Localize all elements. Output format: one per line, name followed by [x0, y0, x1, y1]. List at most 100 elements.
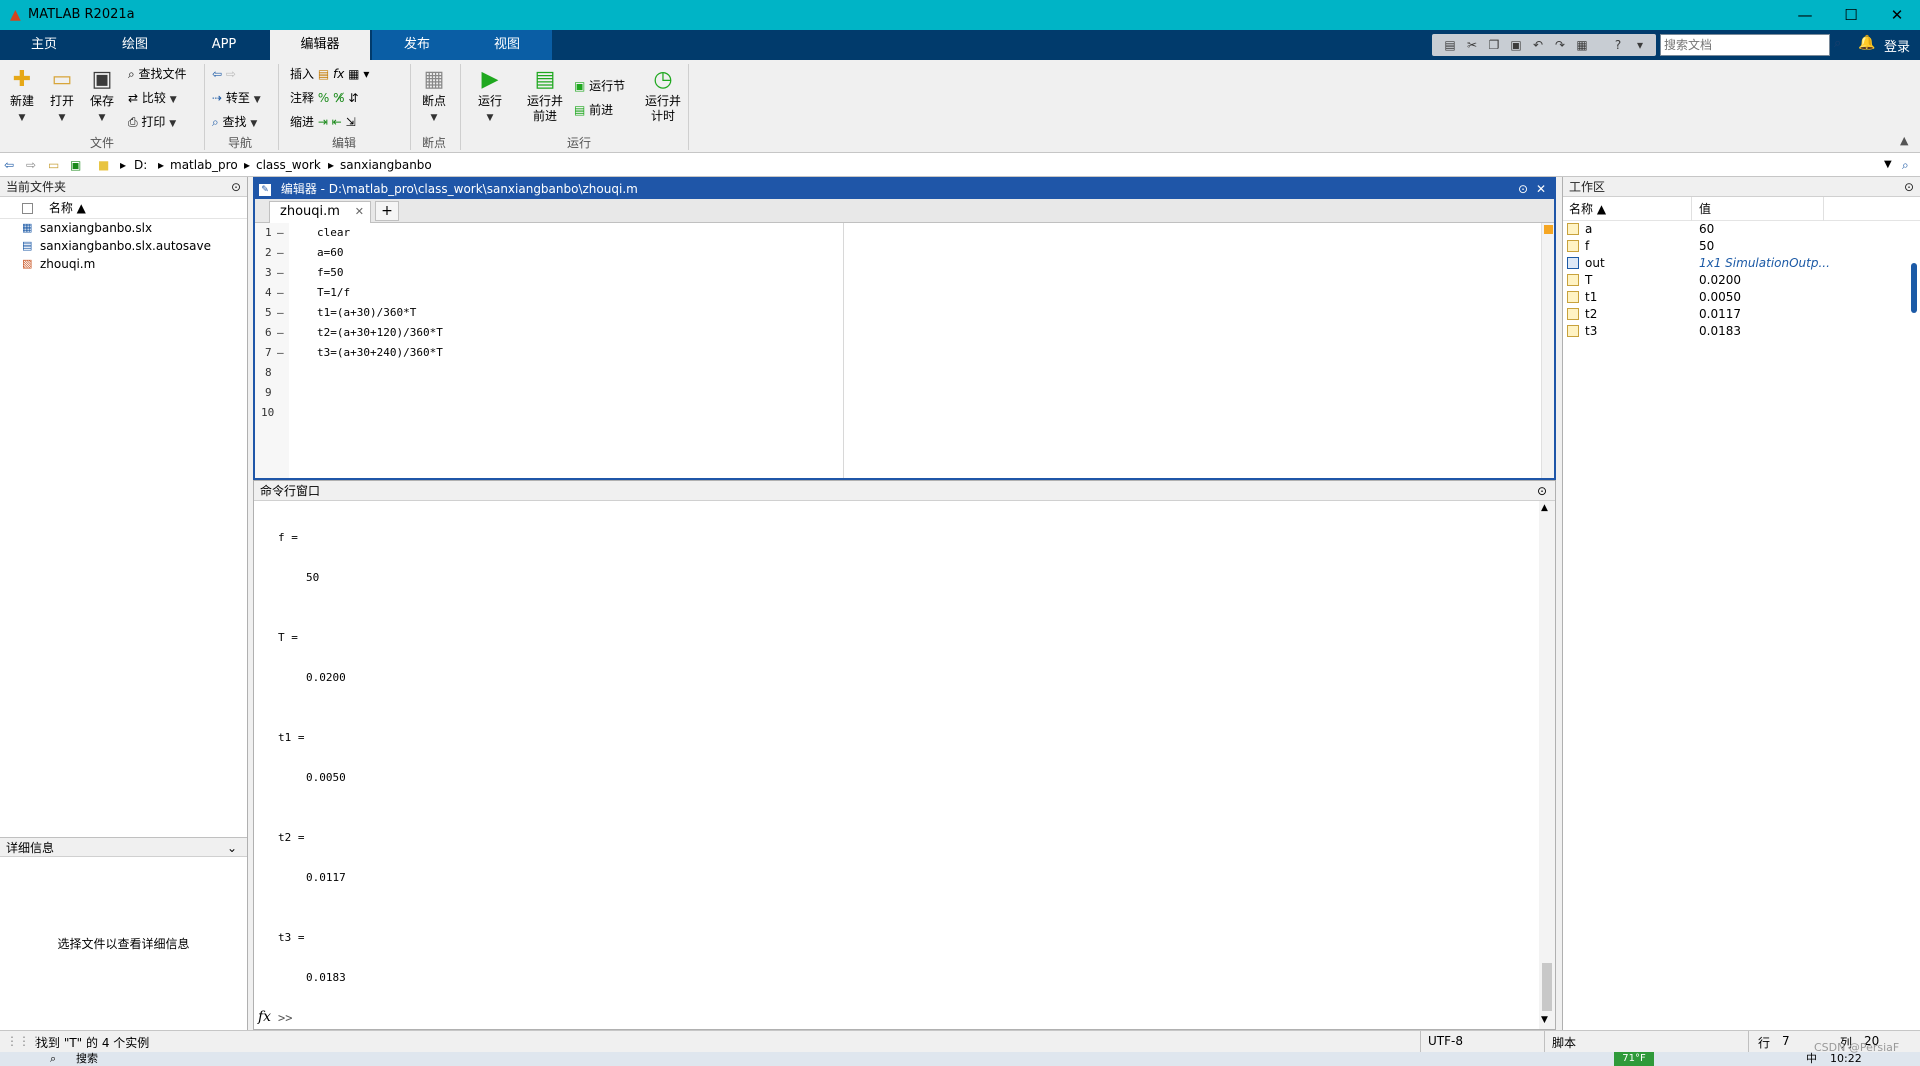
code-line[interactable] — [317, 383, 917, 403]
column-header-value[interactable]: 值 — [1699, 197, 1711, 221]
workspace-row[interactable]: a 60 — [1563, 221, 1920, 238]
command-scrollbar[interactable]: ▲ ▼ — [1539, 501, 1555, 1029]
code-line[interactable] — [317, 403, 917, 423]
tab-plots[interactable]: 绘图 — [92, 30, 178, 60]
goto-button[interactable]: ⇢ 转至 ▼ — [212, 90, 261, 108]
print-button[interactable]: ⎙ 打印 ▼ — [128, 114, 176, 132]
code-line[interactable]: a=60 — [317, 243, 917, 263]
taskbar-clock[interactable]: 10:22 — [1830, 1052, 1862, 1066]
new-button[interactable]: ✚ 新建 ▼ — [4, 66, 40, 126]
code-line[interactable]: t2=(a+30+120)/360*T — [317, 323, 917, 343]
minimize-button[interactable]: — — [1782, 0, 1828, 30]
scroll-down-icon[interactable]: ▼ — [1541, 1015, 1548, 1025]
code-line[interactable]: t3=(a+30+240)/360*T — [317, 343, 917, 363]
code-area[interactable]: 1 2 3 4 5 6 7 8 9 10 – – – – – – – clear… — [255, 223, 1554, 478]
panel-actions-icon[interactable]: ⊙ — [231, 177, 241, 197]
open-button[interactable]: ▭ 打开 ▼ — [44, 66, 80, 126]
workspace-row[interactable]: f 50 — [1563, 238, 1920, 255]
breadcrumb-sanxiangbanbo[interactable]: sanxiangbanbo — [340, 157, 432, 173]
cut-icon[interactable]: ✂ — [1464, 37, 1480, 53]
login-link[interactable]: 登录 — [1884, 36, 1910, 55]
new-tab-button[interactable]: + — [375, 201, 399, 221]
help-icon[interactable]: ? — [1610, 37, 1626, 53]
workspace-row[interactable]: t3 0.0183 — [1563, 323, 1920, 340]
breadcrumb-drive[interactable]: D: — [134, 157, 147, 173]
breadcrumb-matlab-pro[interactable]: matlab_pro — [170, 157, 238, 173]
maximize-button[interactable]: ☐ — [1828, 0, 1874, 30]
file-item[interactable]: ▦ sanxiangbanbo.slx — [0, 219, 247, 237]
message-bar[interactable] — [1541, 223, 1554, 478]
undo-icon[interactable]: ↶ — [1530, 37, 1546, 53]
compare-button[interactable]: ⇄ 比较 ▼ — [128, 90, 177, 108]
indent-button[interactable]: 缩进 ⇥ ⇤ ⇲ — [290, 114, 356, 130]
code-line[interactable]: T=1/f — [317, 283, 917, 303]
select-all-checkbox[interactable] — [22, 203, 33, 214]
search-docs-box[interactable] — [1660, 34, 1830, 56]
panel-actions-icon[interactable]: ⊙ — [1518, 179, 1528, 199]
address-dropdown-icon[interactable]: ▼ — [1884, 157, 1892, 173]
panel-actions-icon[interactable]: ⊙ — [1537, 481, 1547, 501]
workspace-row[interactable]: out 1x1 SimulationOutp... — [1563, 255, 1920, 272]
file-item[interactable]: ▧ zhouqi.m — [0, 255, 247, 273]
paste-icon[interactable]: ▣ — [1508, 37, 1524, 53]
forward-icon[interactable]: ⇨ — [26, 157, 36, 173]
file-item[interactable]: ▤ sanxiangbanbo.slx.autosave — [0, 237, 247, 255]
code-line[interactable]: f=50 — [317, 263, 917, 283]
code-line[interactable] — [317, 363, 917, 383]
editor-tab-zhouqi[interactable]: zhouqi.m ✕ — [269, 201, 371, 223]
panel-actions-icon[interactable]: ⊙ — [1904, 177, 1914, 197]
find-files-button[interactable]: ⌕ 查找文件 — [128, 66, 187, 82]
column-header-name[interactable]: 名称 ▲ — [0, 197, 247, 219]
taskbar-search-icon[interactable]: ⌕ — [50, 1052, 56, 1066]
advance-button[interactable]: ▤ 前进 — [574, 102, 613, 118]
input-method[interactable]: 中 — [1806, 1052, 1817, 1066]
tab-home[interactable]: 主页 — [0, 30, 88, 60]
qat-dropdown-icon[interactable]: ▾ — [1632, 37, 1648, 53]
weather-badge[interactable]: 71°F — [1614, 1052, 1654, 1066]
run-and-advance-button[interactable]: ▤ 运行并 前进 — [522, 66, 568, 124]
comment-button[interactable]: 注释 % %̸ ⇵ — [290, 90, 358, 106]
bell-icon[interactable]: 🔔 — [1858, 35, 1875, 51]
workspace-scrollbar[interactable] — [1911, 263, 1917, 313]
breakpoints-button[interactable]: ▦ 断点 ▼ — [416, 66, 452, 126]
save-icon[interactable]: ▤ — [1442, 37, 1458, 53]
browse-folder-icon[interactable]: ▣ — [70, 157, 81, 173]
find-button[interactable]: ⌕ 查找 ▼ — [212, 114, 257, 132]
workspace-row[interactable]: t1 0.0050 — [1563, 289, 1920, 306]
run-and-time-button[interactable]: ◷ 运行并 计时 — [640, 66, 686, 124]
up-folder-icon[interactable]: ▭ — [48, 157, 59, 173]
close-tab-icon[interactable]: ✕ — [355, 202, 364, 222]
close-editor-icon[interactable]: ✕ — [1536, 179, 1546, 199]
search-input[interactable] — [1664, 37, 1804, 53]
breadcrumb-class-work[interactable]: class_work — [256, 157, 321, 173]
tab-view[interactable]: 视图 — [462, 30, 552, 60]
nav-back-forward[interactable]: ⇦ ⇨ — [212, 66, 236, 82]
breakpoint-column[interactable]: – – – – – – – — [277, 223, 291, 363]
tab-apps[interactable]: APP — [182, 30, 266, 60]
warning-indicator[interactable] — [1544, 225, 1553, 234]
workspace-row[interactable]: T 0.0200 — [1563, 272, 1920, 289]
close-button[interactable]: ✕ — [1874, 0, 1920, 30]
workspace-row[interactable]: t2 0.0117 — [1563, 306, 1920, 323]
tab-publish[interactable]: 发布 — [372, 30, 462, 60]
back-icon[interactable]: ⇦ — [4, 157, 14, 173]
tab-editor[interactable]: 编辑器 — [270, 30, 370, 60]
switch-windows-icon[interactable]: ▦ — [1574, 37, 1590, 53]
save-button[interactable]: ▣ 保存 ▼ — [84, 66, 120, 126]
scroll-thumb[interactable] — [1542, 963, 1552, 1011]
search-folder-icon[interactable]: ⌕ — [1902, 157, 1909, 173]
column-header-name[interactable]: 名称 ▲ — [1569, 197, 1606, 221]
scroll-up-icon[interactable]: ▲ — [1541, 503, 1548, 513]
fx-icon[interactable]: fx — [258, 1009, 271, 1025]
collapse-ribbon-icon[interactable]: ▲ — [1900, 134, 1908, 147]
insert-button[interactable]: 插入 ▤ fx ▦ ▾ — [290, 66, 369, 82]
taskbar-search[interactable]: 搜索 — [76, 1052, 98, 1066]
code-line[interactable]: clear — [317, 223, 917, 243]
command-prompt[interactable]: >> — [278, 1011, 292, 1025]
copy-icon[interactable]: ❐ — [1486, 37, 1502, 53]
run-section-button[interactable]: ▣ 运行节 — [574, 78, 625, 94]
search-icon[interactable]: ⌕ — [1834, 36, 1841, 51]
code-line[interactable]: t1=(a+30)/360*T — [317, 303, 917, 323]
redo-icon[interactable]: ↷ — [1552, 37, 1568, 53]
run-button[interactable]: ▶ 运行 ▼ — [472, 66, 508, 126]
